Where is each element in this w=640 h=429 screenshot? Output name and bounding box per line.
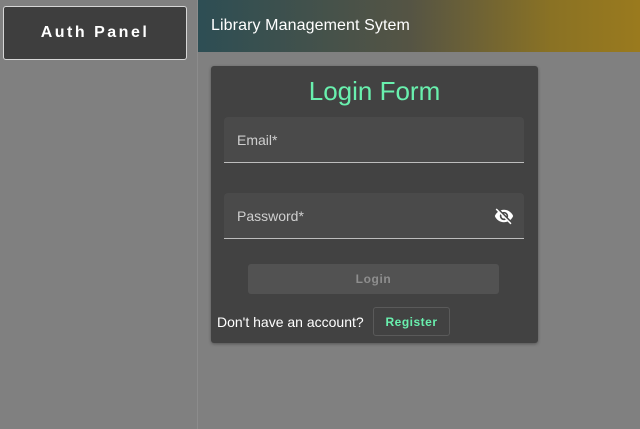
- visibility-off-icon[interactable]: [493, 206, 515, 226]
- app-header: Library Management Sytem: [198, 0, 640, 52]
- sidebar: Auth Panel: [0, 0, 198, 429]
- password-input[interactable]: [224, 193, 524, 238]
- app-title: Library Management Sytem: [211, 17, 410, 34]
- login-button[interactable]: Login: [248, 264, 499, 294]
- email-input[interactable]: [224, 117, 524, 162]
- password-field[interactable]: Password*: [224, 193, 524, 239]
- email-field[interactable]: Email*: [224, 117, 524, 163]
- register-button[interactable]: Register: [373, 307, 450, 336]
- no-account-text: Don't have an account?: [217, 314, 364, 330]
- login-card: Login Form Email* Password* Login Don't …: [211, 66, 538, 343]
- form-title: Login Form: [308, 76, 441, 106]
- auth-panel-button[interactable]: Auth Panel: [3, 6, 187, 60]
